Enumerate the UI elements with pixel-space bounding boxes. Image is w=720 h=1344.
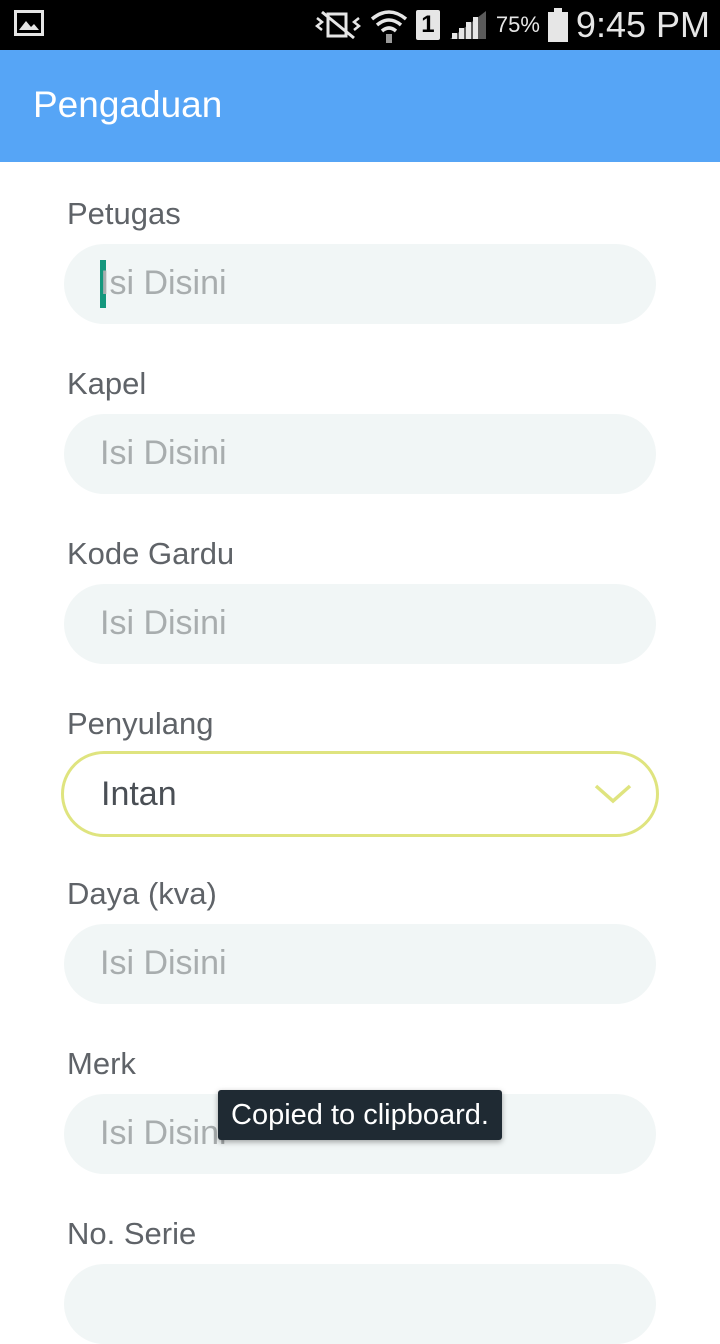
label-petugas: Petugas (67, 196, 181, 231)
petugas-placeholder: Isi Disini (100, 264, 227, 302)
status-bar: 1 75% 9:45 PM (0, 0, 720, 50)
kode-gardu-placeholder: Isi Disini (100, 604, 227, 642)
daya-placeholder: Isi Disini (100, 944, 227, 982)
mute-vibrate-icon (314, 10, 361, 40)
daya-input[interactable]: Isi Disini (64, 924, 656, 1004)
kapel-placeholder: Isi Disini (100, 434, 227, 472)
no-serie-input[interactable] (64, 1264, 656, 1344)
battery-icon (547, 8, 568, 42)
wifi-icon (370, 10, 407, 43)
clock: 9:45 PM (575, 4, 710, 45)
kapel-input[interactable]: Isi Disini (64, 414, 656, 494)
kode-gardu-input[interactable]: Isi Disini (64, 584, 656, 664)
gallery-icon (14, 10, 44, 36)
label-kode-gardu: Kode Gardu (67, 536, 235, 571)
chevron-down-icon (594, 784, 632, 804)
signal-icon (449, 11, 486, 39)
label-no-serie: No. Serie (67, 1216, 197, 1251)
label-penyulang: Penyulang (67, 706, 214, 741)
penyulang-select[interactable]: Intan (61, 751, 659, 837)
label-merk: Merk (67, 1046, 136, 1081)
app-bar: Pengaduan (0, 50, 720, 162)
battery-percent: 75% (495, 12, 540, 37)
merk-placeholder: Isi Disini (100, 1114, 227, 1152)
label-kapel: Kapel (67, 366, 147, 401)
penyulang-value: Intan (101, 775, 177, 813)
sim-icon: 1 (415, 10, 440, 40)
toast-message: Copied to clipboard. (218, 1090, 502, 1140)
label-daya: Daya (kva) (67, 876, 217, 911)
page-title: Pengaduan (33, 84, 223, 125)
petugas-input[interactable]: Isi Disini (64, 244, 656, 324)
